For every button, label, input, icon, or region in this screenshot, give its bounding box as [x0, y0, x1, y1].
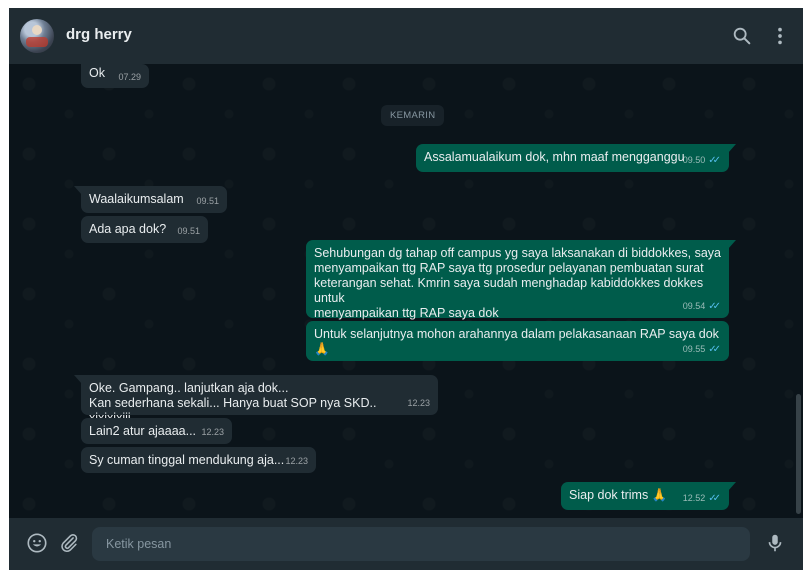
read-ticks-icon: ✓✓ — [708, 493, 721, 504]
message-incoming[interactable]: Ok 07.29 — [81, 64, 149, 88]
message-time: 12.23 — [285, 456, 308, 466]
scrollbar[interactable] — [796, 394, 801, 514]
message-incoming[interactable]: Sy cuman tinggal mendukung aja... 12.23 — [81, 447, 316, 473]
message-outgoing[interactable]: Untuk selanjutnya mohon arahannya dalam … — [306, 321, 729, 361]
message-text: Sehubungan dg tahap off campus yg saya l… — [314, 246, 721, 320]
message-time: 09.51 — [177, 226, 200, 236]
search-icon[interactable] — [731, 25, 753, 47]
message-time: 12.23 — [201, 427, 224, 437]
date-separator: KEMARIN — [381, 105, 445, 126]
message-list[interactable]: Ok 07.29 KEMARIN Assalamualaikum dok, mh… — [9, 64, 803, 518]
read-ticks-icon: ✓✓ — [708, 301, 721, 312]
message-outgoing[interactable]: Sehubungan dg tahap off campus yg saya l… — [306, 240, 736, 320]
message-time: 12.23 — [407, 398, 430, 408]
paperclip-icon[interactable] — [58, 532, 80, 554]
message-time: 12.52 ✓✓ — [683, 491, 721, 506]
mic-icon[interactable] — [764, 531, 786, 555]
message-incoming[interactable]: Ada apa dok? 09.51 — [81, 216, 208, 243]
avatar[interactable] — [20, 19, 54, 53]
message-text: Untuk selanjutnya mohon arahannya dalam … — [314, 327, 719, 356]
chat-window: drg herry Ok 07.29 KEMARIN Assalamualaik… — [9, 8, 803, 570]
message-time: 09.50 ✓✓ — [683, 153, 721, 168]
message-outgoing[interactable]: Siap dok trims 🙏 12.52 ✓✓ — [561, 482, 736, 510]
emoji-icon[interactable] — [26, 532, 48, 554]
message-time: 09.54 ✓✓ — [683, 299, 721, 314]
message-time: 09.51 — [196, 196, 219, 206]
message-time: 07.29 — [118, 72, 141, 82]
message-text: Siap dok trims 🙏 — [569, 488, 668, 502]
contact-name[interactable]: drg herry — [66, 26, 132, 43]
message-text: Ada apa dok? — [89, 222, 167, 236]
message-text: Assalamualaikum dok, mhn maaf mengganggu — [424, 150, 685, 164]
message-time: 09.55 ✓✓ — [683, 342, 721, 357]
message-text: Waalaikumsalam — [89, 192, 184, 206]
message-incoming[interactable]: Waalaikumsalam 09.51 — [74, 186, 227, 213]
message-text: Lain2 atur ajaaaa... — [89, 424, 197, 438]
menu-icon[interactable] — [769, 25, 791, 47]
message-text: Sy cuman tinggal mendukung aja... — [89, 453, 285, 467]
message-text: Ok — [89, 66, 105, 80]
read-ticks-icon: ✓✓ — [708, 344, 721, 355]
message-outgoing[interactable]: Assalamualaikum dok, mhn maaf mengganggu… — [416, 144, 736, 172]
chat-header[interactable]: drg herry — [9, 8, 803, 64]
message-incoming[interactable]: Oke. Gampang.. lanjutkan aja dok... Kan … — [74, 375, 438, 425]
read-ticks-icon: ✓✓ — [708, 155, 721, 166]
message-incoming[interactable]: Lain2 atur ajaaaa... 12.23 — [81, 418, 232, 444]
composer-bar — [9, 518, 803, 570]
message-input[interactable] — [92, 527, 750, 561]
